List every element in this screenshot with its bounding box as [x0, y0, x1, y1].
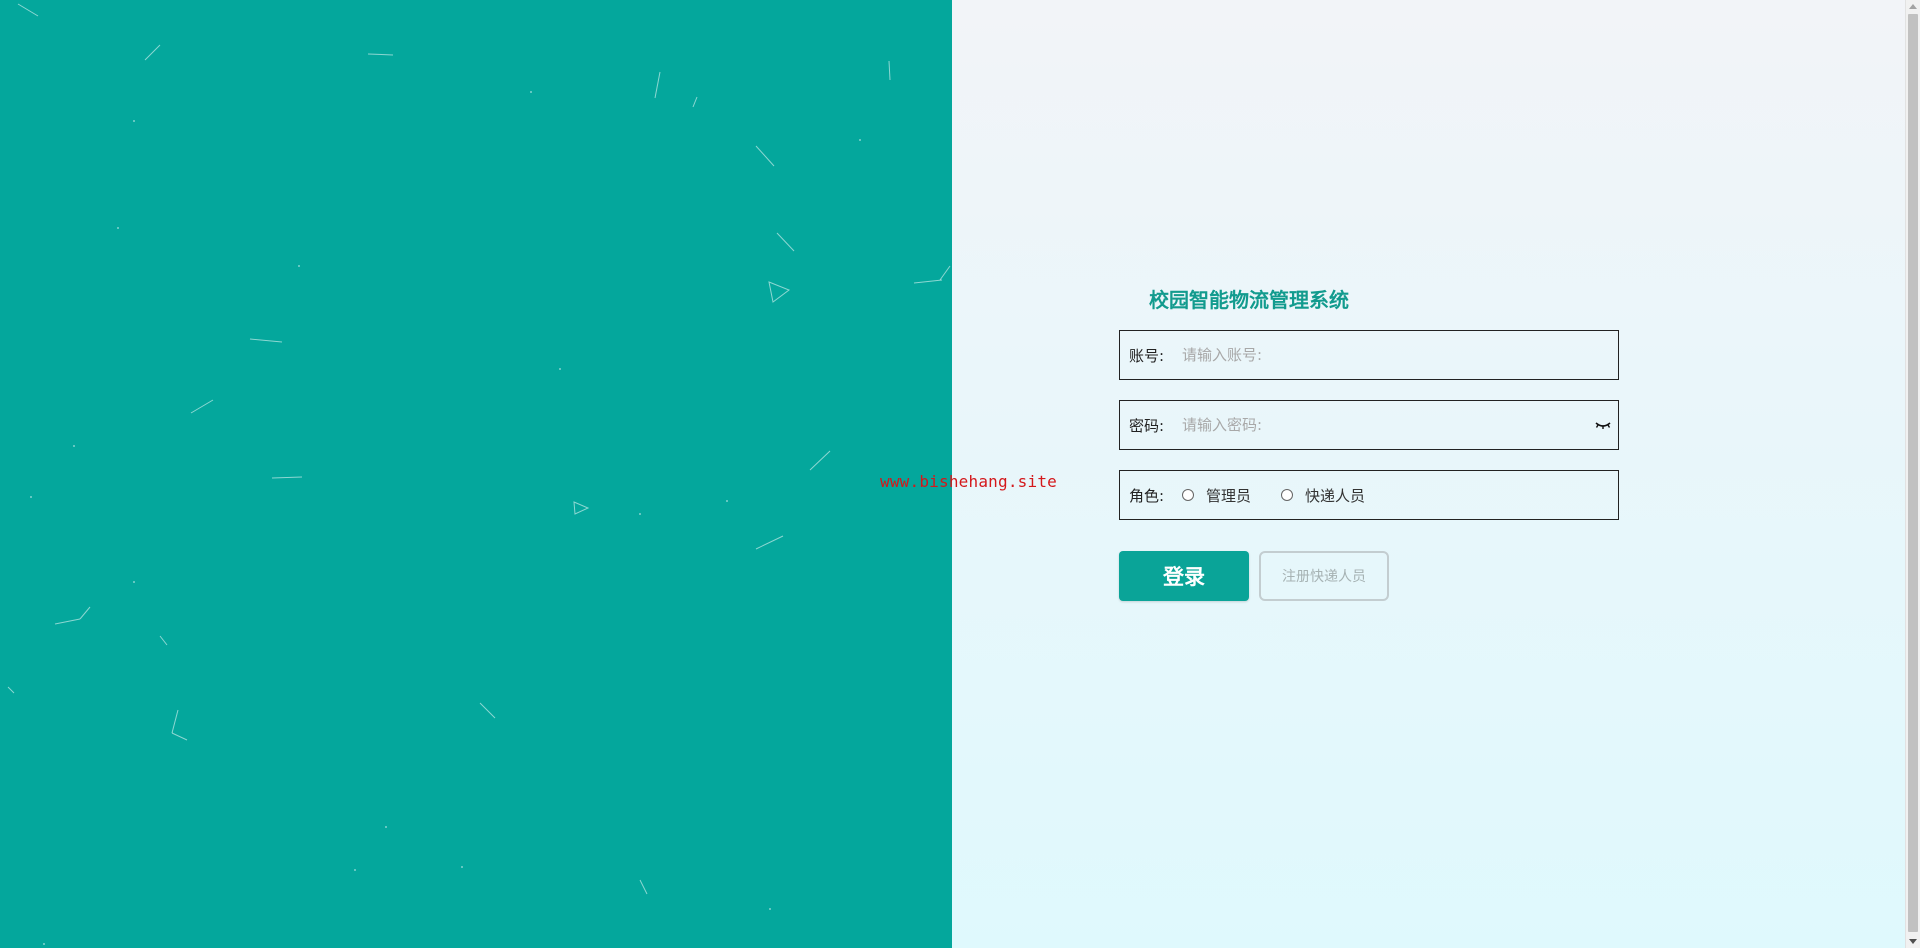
role-field-row: 角色: 管理员 快递人员 — [1119, 470, 1619, 520]
eye-closed-icon[interactable] — [1594, 419, 1612, 431]
login-page: www.bishehang.site 校园智能物流管理系统 账号: 密码: 角色… — [0, 0, 1920, 948]
password-field-row: 密码: — [1119, 400, 1619, 450]
radio-button-courier[interactable] — [1281, 489, 1294, 501]
role-label: 角色: — [1129, 486, 1165, 505]
password-label: 密码: — [1129, 416, 1165, 435]
watermark-text: www.bishehang.site — [880, 472, 1057, 491]
role-option-admin-label: 管理员 — [1206, 486, 1252, 505]
account-label: 账号: — [1129, 346, 1165, 365]
account-field-row: 账号: — [1119, 330, 1619, 380]
scrollbar-thumb[interactable] — [1908, 14, 1918, 932]
role-option-courier[interactable]: 快递人员 — [1281, 485, 1365, 506]
decorative-background-panel — [0, 0, 952, 948]
account-input[interactable] — [1182, 335, 1618, 375]
role-option-admin[interactable]: 管理员 — [1182, 485, 1251, 506]
vertical-scrollbar[interactable] — [1905, 0, 1920, 948]
register-courier-button[interactable]: 注册快递人员 — [1259, 551, 1389, 601]
particle-lines-decoration — [7, 3, 951, 945]
radio-button-admin[interactable] — [1182, 489, 1194, 501]
password-input[interactable] — [1182, 405, 1594, 445]
role-option-courier-label: 快递人员 — [1305, 486, 1366, 505]
system-title: 校园智能物流管理系统 — [1149, 288, 1349, 312]
login-button[interactable]: 登录 — [1119, 551, 1249, 601]
scroll-down-arrow-icon[interactable] — [1909, 939, 1917, 944]
role-radio-group: 管理员 快递人员 — [1182, 485, 1395, 506]
scroll-up-arrow-icon[interactable] — [1909, 4, 1917, 9]
